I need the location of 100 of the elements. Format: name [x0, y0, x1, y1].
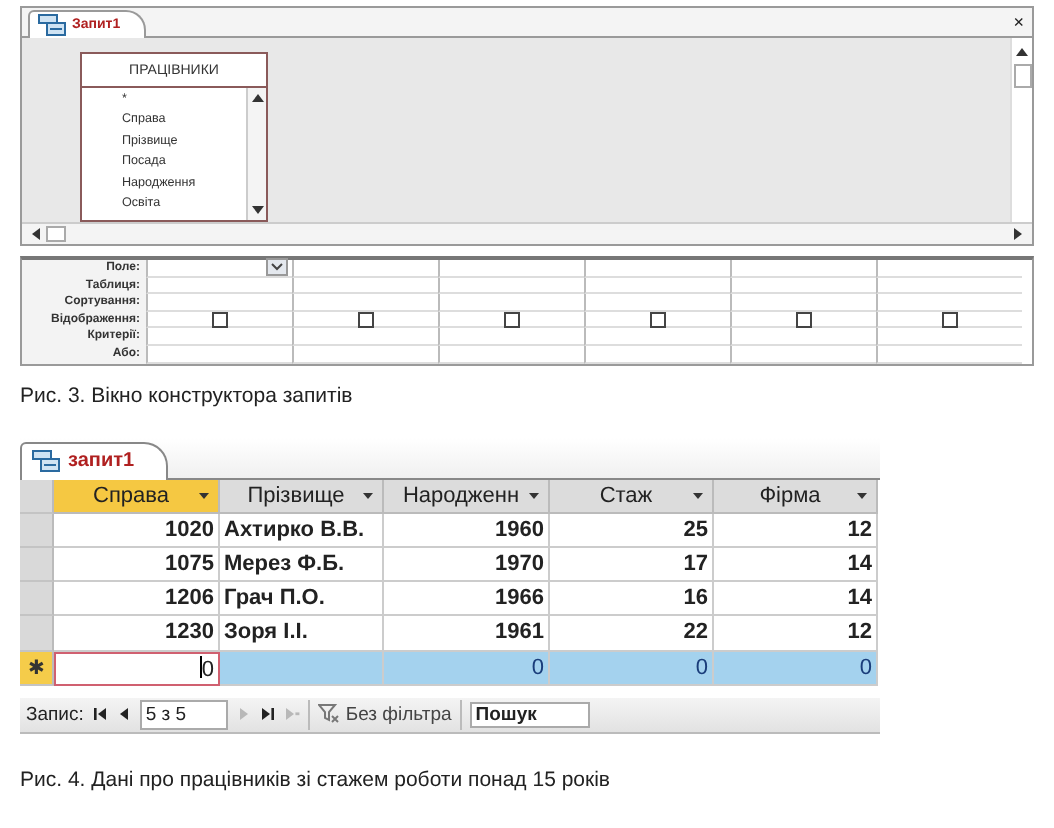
grid-cell[interactable]	[146, 345, 292, 364]
row-selector[interactable]	[20, 513, 54, 548]
grid-cell[interactable]	[292, 277, 438, 295]
first-record-icon[interactable]	[91, 706, 108, 723]
caret-icon[interactable]	[362, 491, 374, 500]
grid-cell[interactable]	[292, 260, 438, 278]
query-icon	[32, 450, 60, 473]
column-header[interactable]: Стаж	[550, 479, 714, 514]
grid-cell[interactable]	[584, 294, 730, 312]
caret-icon[interactable]	[856, 491, 868, 500]
table-cell: 1206	[54, 582, 220, 617]
scroll-left-icon[interactable]	[28, 226, 44, 242]
column-header[interactable]: Справа	[54, 479, 220, 514]
column-header[interactable]: Прізвище	[220, 479, 384, 514]
grid-cell[interactable]	[292, 345, 438, 364]
table-cell: 1966	[384, 582, 550, 617]
grid-cell[interactable]	[146, 260, 292, 278]
record-position-field[interactable]: 5 з 5	[139, 699, 228, 730]
table-cell: 1961	[384, 616, 550, 651]
select-all-corner[interactable]	[20, 479, 54, 514]
column-header[interactable]: Фірма	[714, 479, 878, 514]
grid-cell[interactable]	[876, 345, 1022, 364]
grid-cell[interactable]	[438, 294, 584, 312]
input-field[interactable]: 0	[54, 651, 220, 686]
grid-cell[interactable]	[438, 311, 584, 329]
table-cell: 1075	[54, 547, 220, 583]
caret-icon[interactable]	[528, 491, 540, 500]
table-cell: 12	[714, 616, 878, 651]
grid-cell[interactable]	[584, 328, 730, 346]
grid-cell[interactable]	[584, 345, 730, 364]
grid-cell[interactable]	[730, 277, 876, 295]
grid-cell[interactable]	[584, 277, 730, 295]
grid-cell[interactable]	[584, 311, 730, 329]
grid-cell[interactable]	[730, 345, 876, 364]
table-cell: 12	[714, 513, 878, 548]
table-cell: 1020	[54, 513, 220, 548]
table-cell: 0	[384, 651, 550, 686]
scrollbar[interactable]	[22, 222, 1032, 244]
filter-button[interactable]: Без фільтра	[317, 703, 452, 726]
scrollbar-thumb[interactable]	[1013, 64, 1031, 88]
table-cell: 1230	[54, 616, 220, 651]
table-cell: 14	[714, 547, 878, 583]
record-label: Запис:	[26, 703, 84, 726]
search-field[interactable]: Пошук	[469, 701, 590, 728]
table-cell: Зоря І.І.	[220, 616, 384, 651]
table-cell: 1970	[384, 547, 550, 583]
grid-cell[interactable]	[876, 311, 1022, 329]
row-selector[interactable]	[20, 547, 54, 583]
grid-cell[interactable]	[730, 328, 876, 346]
grid-cell[interactable]	[292, 294, 438, 312]
table-cell: Мерез Ф.Б.	[220, 547, 384, 583]
scroll-up-icon[interactable]	[249, 90, 265, 106]
scroll-down-icon[interactable]	[249, 202, 265, 218]
new-record-marker[interactable]: ✱	[20, 651, 54, 686]
grid-cell[interactable]	[292, 311, 438, 329]
grid-cell[interactable]	[292, 328, 438, 346]
grid-cell[interactable]	[730, 260, 876, 278]
table-cell: 17	[550, 547, 714, 583]
table-cell: 0	[714, 651, 878, 686]
query-tab[interactable]: запит1	[20, 441, 169, 480]
grid-cell[interactable]	[876, 294, 1022, 312]
grid-cell[interactable]	[146, 311, 292, 329]
grid-cell[interactable]	[584, 260, 730, 278]
scrollbar[interactable]	[246, 88, 266, 220]
query-icon	[38, 14, 66, 36]
last-record-icon[interactable]	[259, 706, 276, 723]
grid-cell[interactable]	[146, 277, 292, 295]
grid-cell[interactable]	[146, 294, 292, 312]
table-cell: 0	[550, 651, 714, 686]
grid-cell[interactable]	[876, 260, 1022, 278]
grid-cell[interactable]	[438, 345, 584, 364]
close-button[interactable]: ×	[1013, 12, 1024, 32]
scrollbar[interactable]	[1010, 38, 1032, 222]
grid-cell[interactable]	[146, 328, 292, 346]
row-selector[interactable]	[20, 582, 54, 617]
previous-record-icon[interactable]	[115, 706, 132, 723]
scroll-up-icon[interactable]	[1014, 44, 1030, 60]
grid-cell[interactable]	[438, 260, 584, 278]
table-cell: 25	[550, 513, 714, 548]
table-cell: 16	[550, 582, 714, 617]
grid-cell[interactable]	[876, 328, 1022, 346]
grid-cell[interactable]	[438, 277, 584, 295]
grid-cell[interactable]	[730, 311, 876, 329]
table-cell: Грач П.О.	[220, 582, 384, 617]
scrollbar-thumb[interactable]	[46, 226, 66, 242]
row-selector[interactable]	[20, 616, 54, 651]
grid-cell[interactable]	[730, 294, 876, 312]
caret-icon[interactable]	[198, 491, 210, 500]
column-header[interactable]: Народженн	[384, 479, 550, 514]
dropdown-button[interactable]	[266, 258, 288, 277]
grid-cell[interactable]	[876, 277, 1022, 295]
figure-caption: Рис. 4. Дані про працівників зі стажем роботи понад 15 років	[20, 767, 613, 792]
table-cell: 1960	[384, 513, 550, 548]
figure-caption: Рис. 3. Вікно конструктора запитів	[20, 383, 355, 408]
filter-icon	[317, 704, 340, 725]
scroll-right-icon[interactable]	[1010, 226, 1026, 242]
table-cell: Ахтирко В.В.	[220, 513, 384, 548]
table-cell: 22	[550, 616, 714, 651]
caret-icon[interactable]	[692, 491, 704, 500]
grid-cell[interactable]	[438, 328, 584, 346]
